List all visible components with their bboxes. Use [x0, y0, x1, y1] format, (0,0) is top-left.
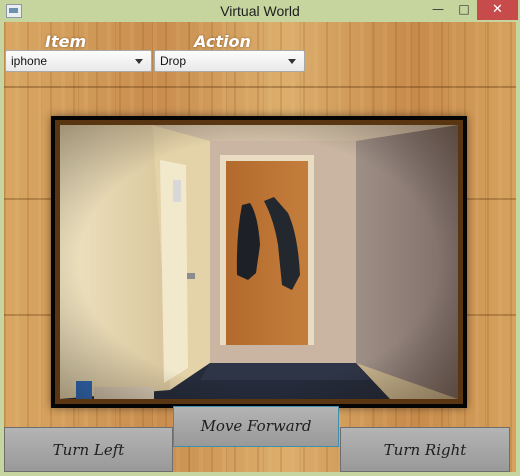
hallway-photo — [60, 125, 458, 399]
scene-frame — [51, 116, 467, 408]
item-label: Item — [45, 32, 87, 51]
action-dropdown[interactable]: Drop — [154, 50, 305, 72]
maximize-button[interactable]: □ — [451, 0, 477, 20]
action-dropdown-value: Drop — [160, 54, 187, 68]
chevron-down-icon — [135, 59, 143, 64]
item-dropdown-value: iphone — [11, 54, 48, 68]
hallway-scene-illustration — [60, 125, 458, 399]
turn-left-button[interactable]: Turn Left — [4, 427, 173, 472]
minimize-button[interactable]: — — [425, 0, 451, 20]
wood-background: Item Action iphone Drop Turn Left Move F… — [4, 22, 516, 472]
action-label: Action — [194, 32, 251, 51]
move-forward-button[interactable]: Move Forward — [173, 406, 339, 447]
title-bar[interactable]: Virtual World — □ ✕ — [0, 0, 520, 22]
close-button[interactable]: ✕ — [477, 0, 518, 20]
item-dropdown[interactable]: iphone — [5, 50, 152, 72]
turn-right-button[interactable]: Turn Right — [340, 427, 510, 472]
app-window: Virtual World — □ ✕ Item Action iphone D… — [0, 0, 520, 476]
chevron-down-icon — [288, 59, 296, 64]
